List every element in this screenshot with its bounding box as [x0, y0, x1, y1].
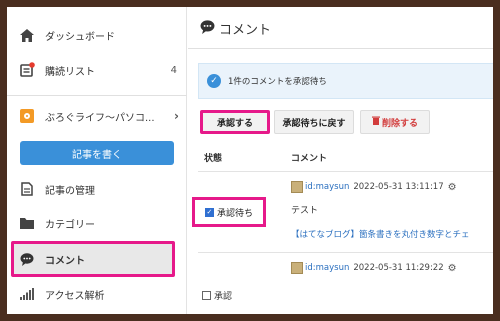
timestamp: 2022-05-31 13:11:17 — [353, 182, 444, 192]
page-title: コメント — [200, 19, 271, 38]
status-label: 承認待ち — [216, 208, 253, 219]
sidebar-item-dashboard[interactable]: ダッシュボード — [7, 20, 187, 50]
divider — [188, 48, 493, 49]
main-content: コメント ✓ 1件のコメントを承認待ち 承認する 承認待ちに戻す 削除する 状態… — [188, 7, 493, 314]
document-icon — [19, 182, 35, 196]
timestamp: 2022-05-31 11:29:22 — [353, 263, 444, 273]
status-label: 承認 — [214, 292, 233, 302]
sidebar-item-label: アクセス解析 — [45, 290, 105, 302]
table-row-status[interactable]: 承認 — [202, 289, 232, 302]
trash-icon — [371, 116, 380, 128]
article-link[interactable]: 【はてなブログ】箇条書きを丸付き数字とチェ — [291, 228, 470, 240]
author-id-link[interactable]: id:maysun — [305, 182, 349, 192]
blog-icon — [19, 109, 35, 123]
return-to-pending-button[interactable]: 承認待ちに戻す — [274, 110, 354, 134]
comment-author: id:maysun 2022-05-31 13:11:17 ⚙ — [291, 181, 457, 193]
checkbox-checked[interactable]: ✓ — [204, 207, 214, 217]
sidebar-item-blog[interactable]: ぶろぐライフ〜パソコ... › — [7, 101, 187, 131]
author-id-link[interactable]: id:maysun — [305, 263, 349, 273]
sidebar-item-label: 記事の管理 — [45, 185, 95, 197]
folder-icon — [19, 217, 35, 229]
approve-button[interactable]: 承認する — [200, 110, 270, 134]
divider — [7, 95, 187, 96]
chevron-right-icon: › — [174, 109, 179, 123]
table-row-status[interactable]: ✓ 承認待ち — [192, 197, 266, 227]
write-article-button[interactable]: 記事を書く — [20, 141, 174, 165]
sidebar-item-comments[interactable]: コメント — [7, 244, 187, 274]
comment-icon — [200, 19, 215, 38]
subscribe-icon — [19, 62, 35, 78]
pending-alert: ✓ 1件のコメントを承認待ち — [198, 63, 493, 99]
comment-author: id:maysun 2022-05-31 11:29:22 ⚙ — [291, 262, 457, 274]
alert-text: 1件のコメントを承認待ち — [228, 77, 327, 87]
column-header-comment: コメント — [291, 154, 328, 164]
avatar — [291, 262, 303, 274]
sidebar-item-subscriptions[interactable]: 購読リスト 4 — [7, 55, 187, 85]
column-header-status: 状態 — [204, 154, 223, 164]
table-divider — [198, 252, 493, 253]
page-title-text: コメント — [219, 23, 272, 38]
sidebar-item-label: 購読リスト — [45, 66, 95, 78]
comment-text: テスト — [291, 206, 319, 216]
sidebar-item-label: コメント — [45, 255, 85, 267]
unread-count: 4 — [170, 64, 177, 76]
delete-button[interactable]: 削除する — [360, 110, 430, 134]
bar-chart-icon — [19, 288, 35, 300]
sidebar-item-categories[interactable]: カテゴリー — [7, 208, 187, 238]
checkbox-unchecked[interactable] — [202, 291, 211, 300]
gear-icon[interactable]: ⚙ — [448, 263, 457, 274]
sidebar-item-articles[interactable]: 記事の管理 — [7, 174, 187, 204]
avatar — [291, 181, 303, 193]
sidebar: ダッシュボード 購読リスト 4 ぶろぐライフ〜パソコ... › 記事を書く 記事… — [7, 7, 187, 314]
sidebar-item-label: カテゴリー — [45, 219, 95, 231]
sidebar-item-label: ダッシュボード — [45, 31, 115, 43]
check-circle-icon: ✓ — [207, 74, 221, 88]
app-frame: ダッシュボード 購読リスト 4 ぶろぐライフ〜パソコ... › 記事を書く 記事… — [7, 7, 493, 314]
table-divider — [198, 171, 493, 172]
home-icon — [19, 28, 35, 42]
delete-label: 削除する — [381, 118, 418, 129]
gear-icon[interactable]: ⚙ — [448, 182, 457, 193]
sidebar-item-label: ぶろぐライフ〜パソコ... — [45, 112, 155, 124]
sidebar-item-analytics[interactable]: アクセス解析 — [7, 279, 187, 309]
comment-icon — [19, 252, 35, 266]
